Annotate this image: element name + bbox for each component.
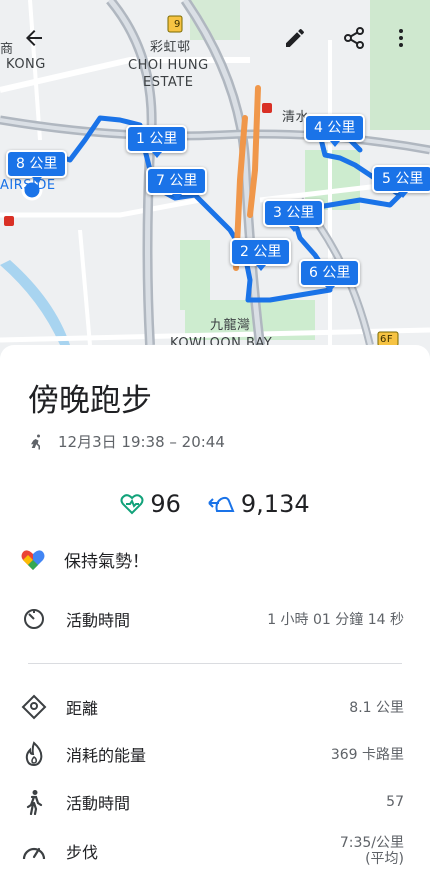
detail-row-active-time[interactable]: 活動時間 1 小時 01 分鐘 14 秒 — [20, 605, 404, 633]
motivation-message: 保持氣勢！ — [20, 547, 149, 572]
km-marker-7[interactable]: 7 公里 — [146, 167, 208, 200]
detail-row-distance[interactable]: 距離 8.1 公里 — [20, 693, 404, 721]
activity-time-row: 12月3日 19:38 – 20:44 — [28, 431, 225, 452]
location-diamond-icon — [20, 693, 48, 721]
detail-row-energy[interactable]: 消耗的能量 369 卡路里 — [20, 740, 404, 768]
walking-icon — [20, 788, 48, 816]
pace-average-note: (平均) — [365, 851, 404, 867]
back-button[interactable] — [16, 20, 52, 56]
pace-value: 7:35/公里 — [339, 835, 404, 851]
map-label-kowloon-bay-cn: 九龍灣 — [210, 318, 251, 333]
detail-label-distance: 距離 — [66, 699, 99, 718]
route-map[interactable]: 9 6F 商 彩虹邨 CHOI HUNG ESTATE KONG AIRSIDE… — [0, 0, 430, 360]
map-label-kong: KONG — [6, 57, 46, 72]
more-vert-icon — [399, 29, 403, 47]
activity-title[interactable]: 傍晚跑步 — [28, 375, 152, 420]
google-fit-heart-icon — [21, 549, 45, 570]
annotation-stroke-2 — [247, 85, 261, 218]
speedometer-icon — [20, 837, 48, 865]
km-marker-6[interactable]: 6 公里 — [299, 259, 361, 292]
section-divider — [28, 663, 402, 664]
activity-time-range: 12月3日 19:38 – 20:44 — [58, 433, 225, 451]
motivation-text: 保持氣勢！ — [64, 552, 149, 572]
detail-value-active-time: 1 小時 01 分鐘 14 秒 — [267, 612, 404, 628]
detail-value-pace: 7:35/公里 (平均) — [340, 835, 404, 867]
steps-stat[interactable]: 9,134 — [207, 490, 310, 518]
detail-label-active-time: 活動時間 — [66, 611, 131, 630]
detail-row-move-minutes[interactable]: 活動時間 57 — [20, 788, 404, 816]
steps-value: 9,134 — [240, 490, 310, 518]
detail-value-move-minutes: 57 — [386, 794, 404, 810]
heart-points-stat[interactable]: 96 — [120, 490, 181, 518]
map-label-airside: AIRSIDE — [0, 178, 56, 193]
pencil-icon — [286, 28, 304, 47]
detail-label-pace: 步伐 — [66, 843, 99, 862]
timer-icon — [20, 605, 48, 633]
activity-details-sheet: 傍晚跑步 12月3日 19:38 – 20:44 96 9,134 保持氣勢！ … — [0, 345, 430, 885]
map-label-choi-hung-en1: CHOI HUNG — [128, 58, 209, 73]
flame-icon — [20, 740, 48, 768]
km-marker-5[interactable]: 5 公里 — [372, 165, 430, 198]
arrow-back-icon — [26, 30, 42, 46]
detail-row-pace[interactable]: 步伐 7:35/公里 (平均) — [20, 835, 404, 867]
km-marker-8[interactable]: 8 公里 — [6, 150, 68, 183]
detail-label-energy: 消耗的能量 — [66, 746, 147, 765]
steps-icon — [208, 496, 235, 512]
detail-value-distance: 8.1 公里 — [349, 700, 404, 716]
map-label-choi-hung-cn: 彩虹邨 — [150, 40, 191, 55]
edit-button[interactable] — [277, 20, 313, 56]
detail-value-energy: 369 卡路里 — [330, 747, 404, 763]
more-options-button[interactable] — [386, 20, 416, 56]
map-label-partial-cn: 商 — [0, 42, 14, 57]
km-marker-2[interactable]: 2 公里 — [230, 238, 292, 271]
km-marker-3[interactable]: 3 公里 — [263, 199, 325, 232]
share-icon — [344, 27, 364, 49]
km-marker-1[interactable]: 1 公里 — [126, 125, 188, 158]
heart-points-value: 96 — [150, 490, 181, 518]
map-label-choi-hung-en2: ESTATE — [143, 75, 194, 90]
route-shield-9: 9 — [174, 19, 181, 30]
running-icon — [31, 434, 40, 449]
km-marker-4[interactable]: 4 公里 — [304, 114, 366, 147]
summary-stats: 96 9,134 — [0, 490, 430, 518]
heart-points-icon — [120, 494, 144, 515]
share-button[interactable] — [336, 20, 372, 56]
detail-label-move-minutes: 活動時間 — [66, 794, 131, 813]
